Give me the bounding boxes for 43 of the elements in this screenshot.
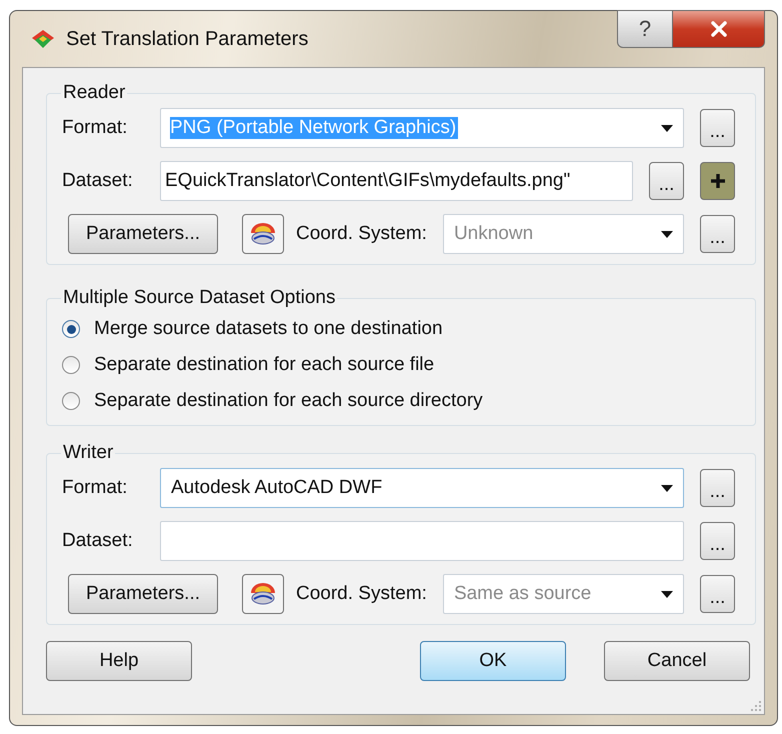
field-label: Format: <box>62 477 128 499</box>
browse-button[interactable]: ... <box>700 522 735 560</box>
radio-button[interactable] <box>62 356 80 374</box>
radio-button[interactable] <box>62 392 80 410</box>
caret-icon <box>661 124 673 132</box>
resize-grip-icon <box>750 700 762 712</box>
dataset-field[interactable]: EQuickTranslator\Content\GIFs\mydefaults.png" <box>160 161 633 201</box>
dialog-button[interactable]: Cancel <box>604 641 750 681</box>
coordinate-system-button[interactable] <box>242 574 284 614</box>
parameters-button[interactable]: Parameters... <box>68 574 218 614</box>
field-label: Dataset: <box>62 530 134 552</box>
radio-button[interactable] <box>62 320 80 338</box>
radio-option[interactable]: Separate destination for each source file <box>62 347 735 383</box>
radio-option[interactable]: Merge source datasets to one destination <box>62 311 735 347</box>
format-dropdown[interactable]: Autodesk AutoCAD DWF <box>160 468 684 508</box>
add-button[interactable] <box>700 162 735 200</box>
field-label: Coord. System: <box>296 223 427 245</box>
dataset-field[interactable] <box>160 521 684 561</box>
group-title: Reader <box>62 82 126 104</box>
browse-button[interactable]: ... <box>649 162 684 200</box>
browse-button[interactable]: ... <box>700 469 735 507</box>
close-button[interactable] <box>673 10 765 48</box>
caret-icon <box>661 484 673 492</box>
parameters-button[interactable]: Parameters... <box>68 214 218 254</box>
field-label: Dataset: <box>62 170 134 192</box>
group-title: Writer <box>62 442 114 464</box>
radio-option[interactable]: Separate destination for each source directory <box>62 383 735 419</box>
field-label: Format: <box>62 117 128 139</box>
close-icon <box>708 21 728 37</box>
help-button[interactable]: ? <box>617 10 673 48</box>
app-logo-icon <box>30 28 56 50</box>
browse-button[interactable]: ... <box>700 575 735 613</box>
dialog-button[interactable]: OK <box>420 641 566 681</box>
window-title: Set Translation Parameters <box>66 28 308 50</box>
browse-button[interactable]: ... <box>700 215 735 253</box>
field-label: Coord. System: <box>296 583 427 605</box>
caret-icon <box>661 230 673 238</box>
group-title: Multiple Source Dataset Options <box>62 287 336 309</box>
coordinate-system-button[interactable] <box>242 214 284 254</box>
plus-icon <box>708 172 726 190</box>
browse-button[interactable]: ... <box>700 109 735 147</box>
dialog-button[interactable]: Help <box>46 641 192 681</box>
caret-icon <box>661 590 673 598</box>
